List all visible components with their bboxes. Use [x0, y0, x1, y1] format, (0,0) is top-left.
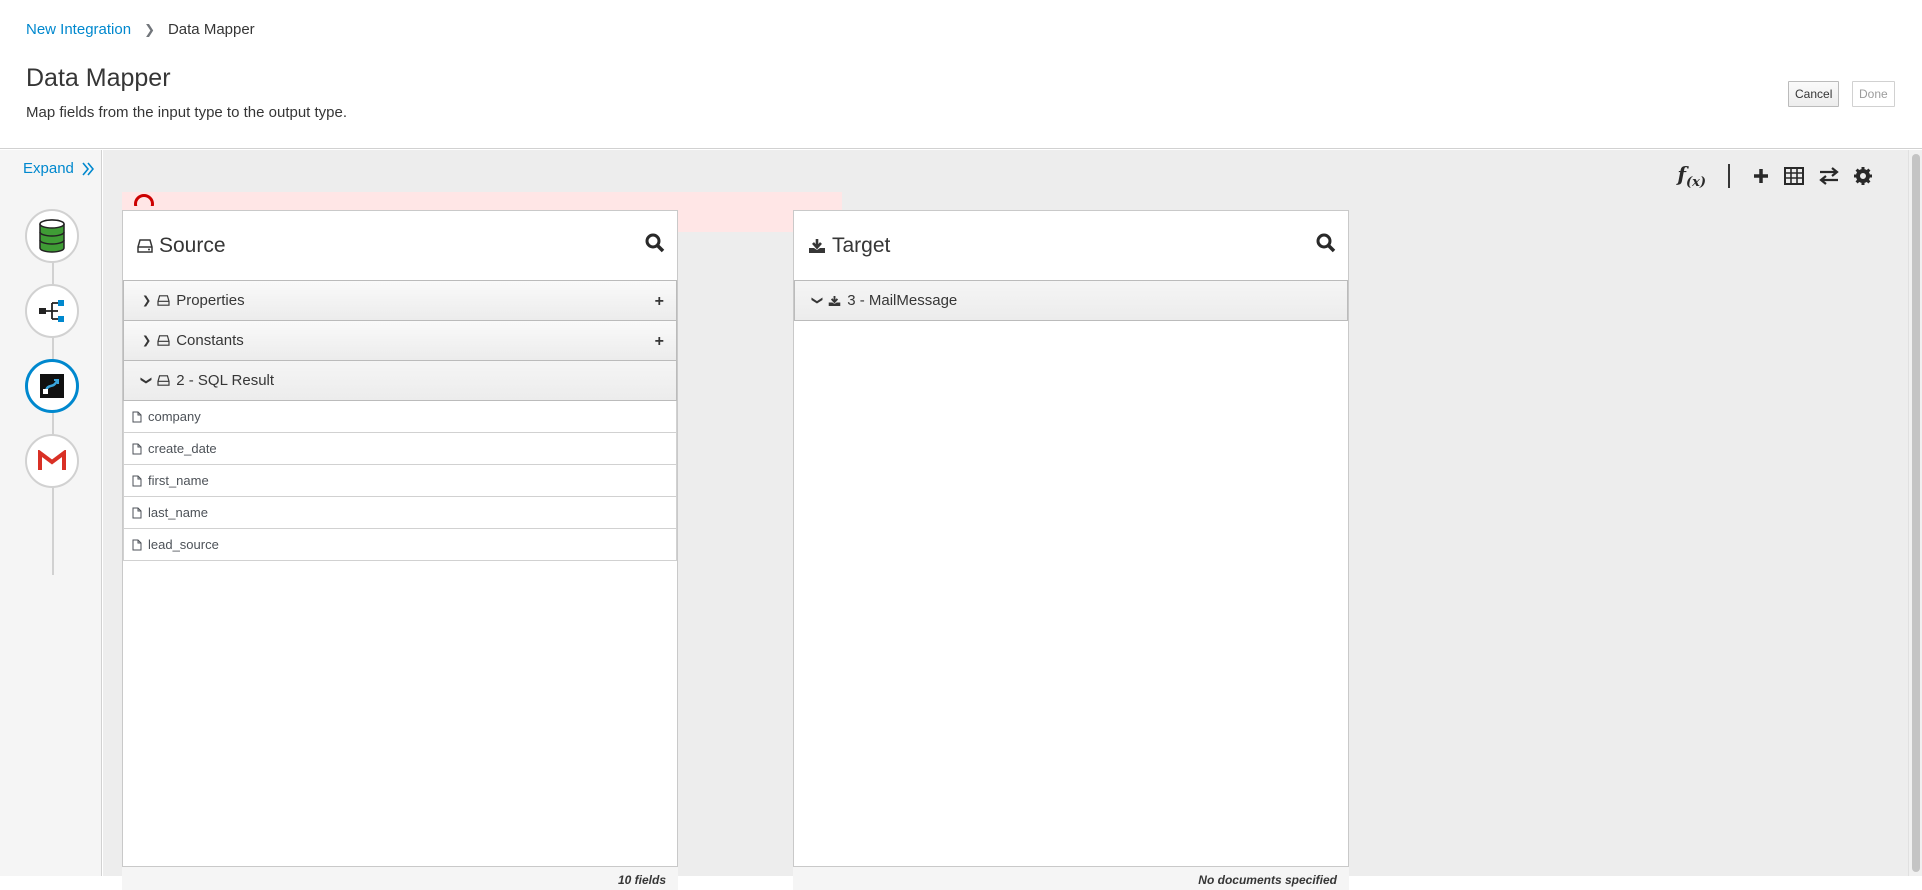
breadcrumb-current: Data Mapper: [167, 21, 255, 38]
file-icon: [132, 443, 142, 454]
doc-label: 2 - SQL Result: [176, 372, 275, 389]
step-split[interactable]: [25, 284, 79, 338]
target-panel-footer: No documents specified: [793, 866, 1349, 890]
target-panel-header: Target: [794, 211, 1348, 281]
chevron-right-icon: ❯: [144, 21, 155, 37]
target-panel: Target ❯ 3 - MailMessage No documents sp…: [793, 210, 1349, 890]
field-label: lead_source: [148, 537, 219, 552]
search-icon[interactable]: [645, 233, 665, 253]
done-button[interactable]: Done: [1852, 81, 1895, 107]
step-gmail[interactable]: [25, 434, 79, 488]
source-panel-header: Source: [123, 211, 677, 281]
breadcrumb: New Integration ❯ Data Mapper: [26, 21, 255, 38]
split-icon: [39, 300, 64, 322]
transformation-button[interactable]: f(x): [1677, 162, 1706, 190]
chevron-down-icon: ❯: [140, 375, 153, 386]
exchange-icon[interactable]: [1818, 167, 1840, 185]
field-label: company: [148, 409, 201, 424]
data-mapper-icon: [40, 374, 64, 398]
toolbar-divider: [1728, 164, 1730, 188]
field-label: last_name: [148, 505, 208, 520]
hdd-icon: [157, 335, 170, 346]
page-header: New Integration ❯ Data Mapper Data Mappe…: [0, 0, 1922, 149]
source-panel: Source ❯ Properties + ❯ Constants + ❯ 2 …: [122, 210, 678, 890]
target-footer-text: No documents specified: [1198, 873, 1337, 887]
search-icon[interactable]: [1316, 233, 1336, 253]
field-row[interactable]: company: [123, 400, 677, 433]
field-label: first_name: [148, 473, 209, 488]
chevron-right-icon: ❯: [142, 295, 152, 307]
file-icon: [132, 475, 142, 486]
page-title: Data Mapper: [26, 64, 171, 92]
hdd-icon: [137, 239, 153, 253]
target-doc-mailmessage[interactable]: ❯ 3 - MailMessage: [794, 280, 1348, 321]
source-doc-constants[interactable]: ❯ Constants +: [123, 320, 677, 361]
field-label: create_date: [148, 441, 217, 456]
fx-label: f: [1677, 162, 1686, 186]
download-icon: [828, 295, 841, 306]
page-subtitle: Map fields from the input type to the ou…: [26, 104, 348, 121]
add-constant-icon[interactable]: +: [655, 333, 664, 351]
double-chevron-right-icon: [82, 161, 94, 176]
scrollbar-thumb[interactable]: [1912, 154, 1920, 872]
field-row[interactable]: lead_source: [123, 528, 677, 561]
doc-label: 3 - MailMessage: [847, 292, 958, 309]
hdd-icon: [157, 375, 170, 386]
target-title: Target: [832, 234, 891, 257]
database-icon: [39, 219, 65, 253]
source-doc-sql-result[interactable]: ❯ 2 - SQL Result: [123, 360, 677, 401]
field-row[interactable]: last_name: [123, 496, 677, 529]
download-icon: [809, 239, 825, 253]
step-data-mapper[interactable]: [25, 359, 79, 413]
field-row[interactable]: create_date: [123, 432, 677, 465]
file-icon: [132, 507, 142, 518]
file-icon: [132, 411, 142, 422]
file-icon: [132, 539, 142, 550]
flow-steps-rail: Expand: [0, 150, 102, 876]
step-database[interactable]: [25, 209, 79, 263]
mapper-toolbar: f(x): [1677, 162, 1872, 190]
mapper-canvas: f(x) Source ❯ Properties + ❯ Constants +: [103, 150, 1908, 890]
source-field-count: 10 fields: [617, 873, 666, 887]
chevron-right-icon: ❯: [142, 335, 152, 347]
doc-label: Constants: [176, 332, 244, 349]
field-row[interactable]: first_name: [123, 464, 677, 497]
expand-link[interactable]: Expand: [23, 160, 94, 177]
source-doc-properties[interactable]: ❯ Properties +: [123, 280, 677, 321]
doc-label: Properties: [176, 292, 245, 309]
plus-icon[interactable]: [1752, 167, 1770, 185]
source-title: Source: [159, 234, 226, 257]
gmail-icon: [38, 450, 66, 470]
chevron-down-icon: ❯: [811, 295, 824, 306]
add-property-icon[interactable]: +: [655, 293, 664, 311]
table-icon[interactable]: [1784, 167, 1804, 185]
cancel-button[interactable]: Cancel: [1788, 81, 1840, 107]
fx-sub-label: (x): [1685, 175, 1706, 190]
gear-icon[interactable]: [1854, 167, 1872, 185]
hdd-icon: [157, 295, 170, 306]
canvas-scrollbar[interactable]: [1908, 150, 1922, 876]
source-panel-footer: 10 fields: [122, 866, 678, 890]
breadcrumb-parent-link[interactable]: New Integration: [26, 21, 131, 38]
expand-label: Expand: [23, 160, 74, 177]
